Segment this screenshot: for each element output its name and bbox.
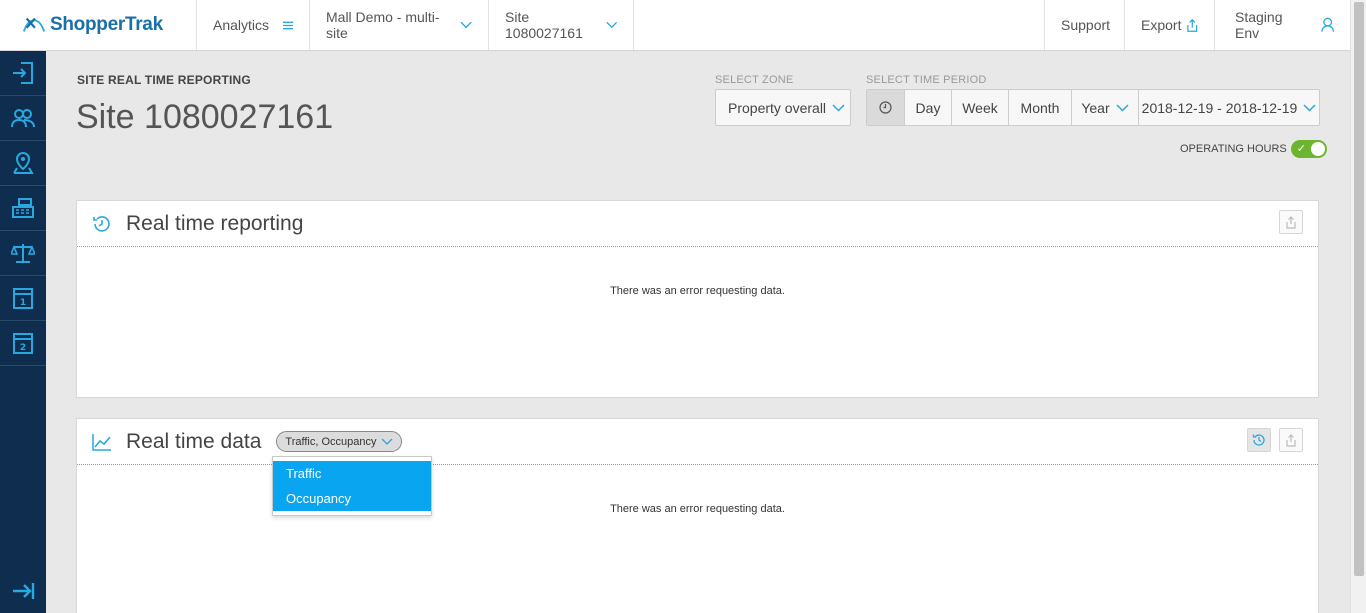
metric-dropdown: Traffic Occupancy	[272, 456, 432, 516]
balance-scale-icon	[11, 244, 35, 263]
org-label: Mall Demo - multi-site	[326, 9, 440, 41]
chevron-down-icon	[1116, 103, 1129, 112]
month-button[interactable]: Month	[1009, 90, 1072, 125]
top-bar: ShopperTrak Analytics Mall Demo - multi-…	[0, 0, 1350, 51]
sidebar-item-locations[interactable]	[0, 141, 46, 186]
clock-history-icon	[93, 215, 110, 232]
brand-name: ShopperTrak	[50, 14, 163, 35]
period-selector: Day Week Month Year 2018-12-19 - 2018-12…	[866, 89, 1320, 126]
scrollbar-thumb[interactable]	[1354, 2, 1364, 576]
error-message: There was an error requesting data.	[610, 285, 785, 297]
operating-hours: OPERATING HOURS ✓	[1180, 140, 1327, 158]
map-pin-icon	[13, 151, 34, 174]
metric-select-value: Traffic, Occupancy	[285, 435, 377, 448]
clock-icon	[879, 101, 892, 114]
panel-title: Real time data	[126, 429, 262, 453]
chevron-down-icon	[381, 438, 392, 445]
sidebar-item-calendar-2[interactable]: 2	[0, 321, 46, 366]
site-label: Site 1080027161	[505, 9, 583, 41]
realtime-period-button[interactable]	[867, 90, 905, 125]
panel-export-button[interactable]	[1279, 428, 1303, 452]
chevron-down-icon	[460, 21, 472, 29]
login-icon	[13, 62, 33, 84]
date-range-value: 2018-12-19 - 2018-12-19	[1141, 99, 1298, 116]
analytics-menu[interactable]: Analytics	[197, 0, 310, 50]
analytics-label: Analytics	[213, 17, 270, 33]
cash-register-icon	[12, 198, 34, 218]
shoppertrak-logo-icon	[22, 17, 46, 32]
line-chart-icon	[92, 433, 111, 451]
year-select[interactable]: Year	[1072, 90, 1139, 125]
dropdown-option-occupancy[interactable]: Occupancy	[273, 486, 431, 511]
logo[interactable]: ShopperTrak	[0, 0, 197, 50]
chevron-down-icon	[1303, 103, 1316, 112]
sidebar-item-comparison[interactable]	[0, 231, 46, 276]
panel-export-button[interactable]	[1279, 210, 1303, 234]
sidebar-item-visitors[interactable]	[0, 96, 46, 141]
org-selector[interactable]: Mall Demo - multi-site	[310, 0, 489, 50]
sidebar-expand-button[interactable]	[0, 581, 46, 601]
export-button[interactable]: Export	[1125, 0, 1215, 50]
zone-label: SELECT ZONE	[715, 74, 794, 86]
chevron-down-icon	[832, 103, 845, 112]
week-button[interactable]: Week	[952, 90, 1009, 125]
page-title: Site 1080027161	[76, 98, 334, 136]
sidebar: 1 2	[0, 51, 46, 613]
operating-hours-label: OPERATING HOURS	[1180, 143, 1287, 155]
operating-hours-toggle[interactable]: ✓	[1290, 140, 1327, 158]
users-icon	[11, 109, 35, 128]
support-label: Support	[1061, 17, 1111, 33]
calendar-2-label: 2	[20, 343, 26, 353]
support-link[interactable]: Support	[1045, 0, 1125, 50]
zone-value: Property overall	[728, 99, 827, 116]
user-icon	[1320, 17, 1334, 32]
history-button[interactable]	[1247, 428, 1271, 452]
error-message: There was an error requesting data.	[610, 503, 785, 515]
env-label: Staging Env	[1235, 9, 1283, 41]
sidebar-item-sales[interactable]	[0, 186, 46, 231]
toggle-knob	[1310, 142, 1325, 156]
hamburger-icon	[283, 21, 293, 29]
panel-header: Real time data Traffic, Occupancy	[77, 419, 1318, 465]
chevron-down-icon	[605, 21, 617, 29]
period-label: SELECT TIME PERIOD	[866, 74, 987, 86]
calendar-2-icon: 2	[13, 333, 33, 354]
share-icon	[1187, 18, 1198, 32]
realtime-reporting-panel: Real time reporting There was an error r…	[76, 200, 1319, 398]
panel-title: Real time reporting	[126, 211, 304, 235]
calendar-1-icon: 1	[13, 288, 33, 309]
realtime-data-panel: Real time data Traffic, Occupancy There …	[76, 418, 1319, 613]
check-icon: ✓	[1296, 143, 1306, 155]
site-selector[interactable]: Site 1080027161	[489, 0, 634, 50]
share-icon	[1286, 215, 1296, 229]
sidebar-item-login[interactable]	[0, 51, 46, 96]
day-button[interactable]: Day	[905, 90, 952, 125]
date-range-picker[interactable]: 2018-12-19 - 2018-12-19	[1139, 90, 1319, 125]
sidebar-item-calendar-1[interactable]: 1	[0, 276, 46, 321]
page-scrollbar[interactable]	[1350, 0, 1366, 613]
environment-menu[interactable]: Staging Env	[1215, 0, 1350, 50]
year-label: Year	[1081, 99, 1110, 116]
share-icon	[1286, 433, 1296, 447]
dropdown-option-traffic[interactable]: Traffic	[273, 461, 431, 486]
metric-select[interactable]: Traffic, Occupancy	[276, 431, 402, 452]
export-label: Export	[1141, 17, 1182, 33]
calendar-1-label: 1	[20, 298, 26, 308]
expand-arrow-icon	[13, 583, 35, 599]
zone-select[interactable]: Property overall	[715, 89, 851, 126]
panel-header: Real time reporting	[77, 201, 1318, 247]
history-icon	[1252, 434, 1265, 446]
page-kicker: SITE REAL TIME REPORTING	[77, 73, 251, 87]
